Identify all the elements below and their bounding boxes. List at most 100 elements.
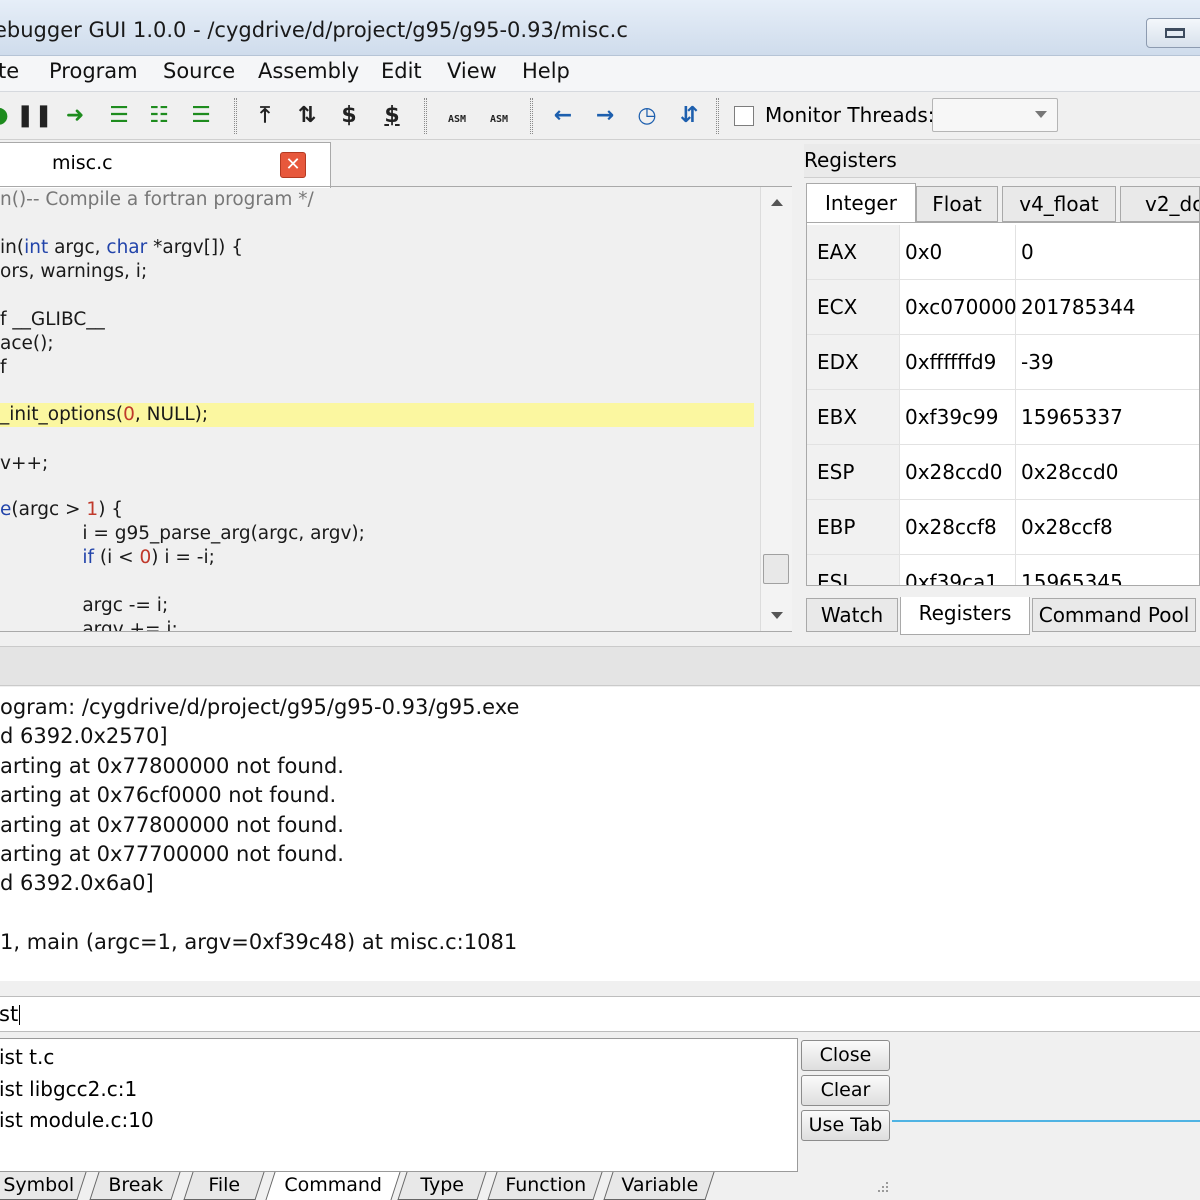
tab-symbol[interactable]: Symbol [0,1172,87,1200]
tab-watch[interactable]: Watch [806,598,898,632]
tab-type-label: Type [420,1174,465,1196]
tab-file[interactable]: File [183,1172,265,1200]
editor-scrollbar[interactable] [760,187,792,631]
step-s-under-icon[interactable]: $ [375,100,409,132]
scroll-up-icon[interactable] [771,199,783,206]
monitor-threads-checkbox[interactable] [734,106,754,126]
toolbar-separator [716,98,719,134]
history-item[interactable]: ist t.c [0,1045,54,1069]
tab-variable[interactable]: Variable [603,1172,715,1200]
back-arrow-icon[interactable]: ← [546,100,580,132]
use-tab-button[interactable]: Use Tab [801,1110,890,1141]
register-name: EBX [807,390,900,444]
restore-window-button[interactable] [1146,18,1200,48]
step-s-icon[interactable]: $ [332,100,366,132]
console-line: arting at 0x77800000 not found. [0,813,344,837]
code-line: _init_options(0, NULL); [0,404,209,425]
tab-command-label: Command [284,1174,383,1196]
menu-item-view[interactable]: View [447,59,497,83]
code-line: v++; [0,453,49,474]
step-list-icon[interactable]: ☰ [102,100,136,132]
history-item[interactable]: ist module.c:10 [0,1108,154,1132]
tab-function[interactable]: Function [487,1172,603,1200]
console-line: arting at 0x76cf0000 not found. [0,783,337,807]
threads-dropdown[interactable] [932,98,1058,132]
tab-break[interactable]: Break [89,1172,181,1200]
register-row: EDX 0xffffffd9 -39 [807,335,1199,390]
register-hex-value: 0xc070000 [900,280,1017,334]
tab-command[interactable]: Command [265,1172,401,1200]
tab-integer[interactable]: Integer [806,183,916,223]
timer-icon[interactable]: ◷ [630,100,664,132]
console-output: ogram: /cygdrive/d/project/g95/g95-0.93/… [0,687,1200,981]
register-name: ECX [807,280,900,334]
code-line: in(int argc, char *argv[]) { [0,237,243,258]
continue-icon[interactable]: ● [0,100,16,132]
pause-icon[interactable]: ❚❚ [16,100,53,132]
asm-step-icon[interactable]: ASM [440,100,474,132]
close-button[interactable]: Close [801,1040,890,1071]
step-into-list-icon[interactable]: ☷ [142,100,176,132]
step-up-icon[interactable]: ⇅ [290,100,324,132]
chevron-down-icon [1035,111,1047,118]
code-line: n()-- Compile a fortran program */ [0,189,314,210]
menu-item-program[interactable]: Program [49,59,138,83]
forward-arrow-icon[interactable]: → [588,100,622,132]
command-input[interactable]: st [0,996,1200,1032]
code-line: argc -= i; [0,595,169,616]
register-dec-value: 0 [1021,240,1034,264]
register-dec-value: 0x28ccf8 [1021,515,1113,539]
sort-icon[interactable]: ⇵ [672,100,706,132]
asm-next-icon[interactable]: ASM [482,100,516,132]
menu-item-edit[interactable]: Edit [381,59,422,83]
register-name: ESI [807,555,900,585]
scroll-down-icon[interactable] [771,612,783,619]
register-hex-value: 0xf39ca1 [900,555,1016,585]
register-dec-value: -39 [1021,350,1054,374]
clear-button[interactable]: Clear [801,1075,890,1106]
tab-float[interactable]: Float [916,186,998,222]
menu-item-te[interactable]: te [0,59,19,83]
tab-registers[interactable]: Registers [900,597,1030,635]
tab-command-pool[interactable]: Command Pool [1032,598,1196,632]
history-item[interactable]: ist libgcc2.c:1 [0,1077,137,1101]
menu-item-assembly[interactable]: Assembly [258,59,359,83]
menu-item-help[interactable]: Help [522,59,570,83]
register-hex-value: 0xf39c99 [900,390,1016,444]
console-line: arting at 0x77700000 not found. [0,842,344,866]
pane-splitter[interactable] [0,646,1200,686]
code-line: f __GLIBC__ [0,309,105,330]
code-line: if (i < 0) i = -i; [82,547,215,568]
code-line: e(argc > 1) { [0,499,124,520]
register-hex-value: 0x28ccf8 [900,500,1016,554]
accent-divider [892,1120,1200,1122]
step-out-list-icon[interactable]: ☰ [184,100,218,132]
register-row: ECX 0xc070000 201785344 [807,280,1199,335]
toolbar-separator [424,98,427,134]
source-tab-label: misc.c [52,152,113,174]
register-dec-value: 0x28ccd0 [1021,460,1119,484]
register-name: ESP [807,445,900,499]
scrollbar-thumb[interactable] [763,554,789,584]
register-name: EBP [807,500,900,554]
text-cursor [19,1005,21,1025]
code-line: f [0,357,7,378]
console-line: 1, main (argc=1, argv=0xf39c48) at misc.… [0,930,518,954]
toolbar-separator [530,98,533,134]
source-editor[interactable]: n()-- Compile a fortran program */ in(in… [0,186,792,632]
close-tab-icon[interactable]: ✕ [280,152,306,178]
register-dec-value: 15965337 [1021,405,1123,429]
register-name: EAX [807,225,900,279]
console-line: d 6392.0x2570] [0,724,168,748]
register-row: ESP 0x28ccd0 0x28ccd0 [807,445,1199,500]
resize-grip-icon[interactable] [872,1180,890,1198]
run-icon[interactable]: ➜ [58,100,92,132]
command-history-list[interactable]: ist t.c ist libgcc2.c:1 ist module.c:10 [0,1038,798,1172]
step-top-icon[interactable]: ⤒ [248,100,282,132]
register-hex-value: 0x28ccd0 [900,445,1016,499]
register-row: EBP 0x28ccf8 0x28ccf8 [807,500,1199,555]
tab-v2-double[interactable]: v2_do [1120,186,1200,222]
tab-v4-float[interactable]: v4_float [1002,186,1116,222]
tab-type[interactable]: Type [397,1172,487,1200]
menu-item-source[interactable]: Source [163,59,235,83]
